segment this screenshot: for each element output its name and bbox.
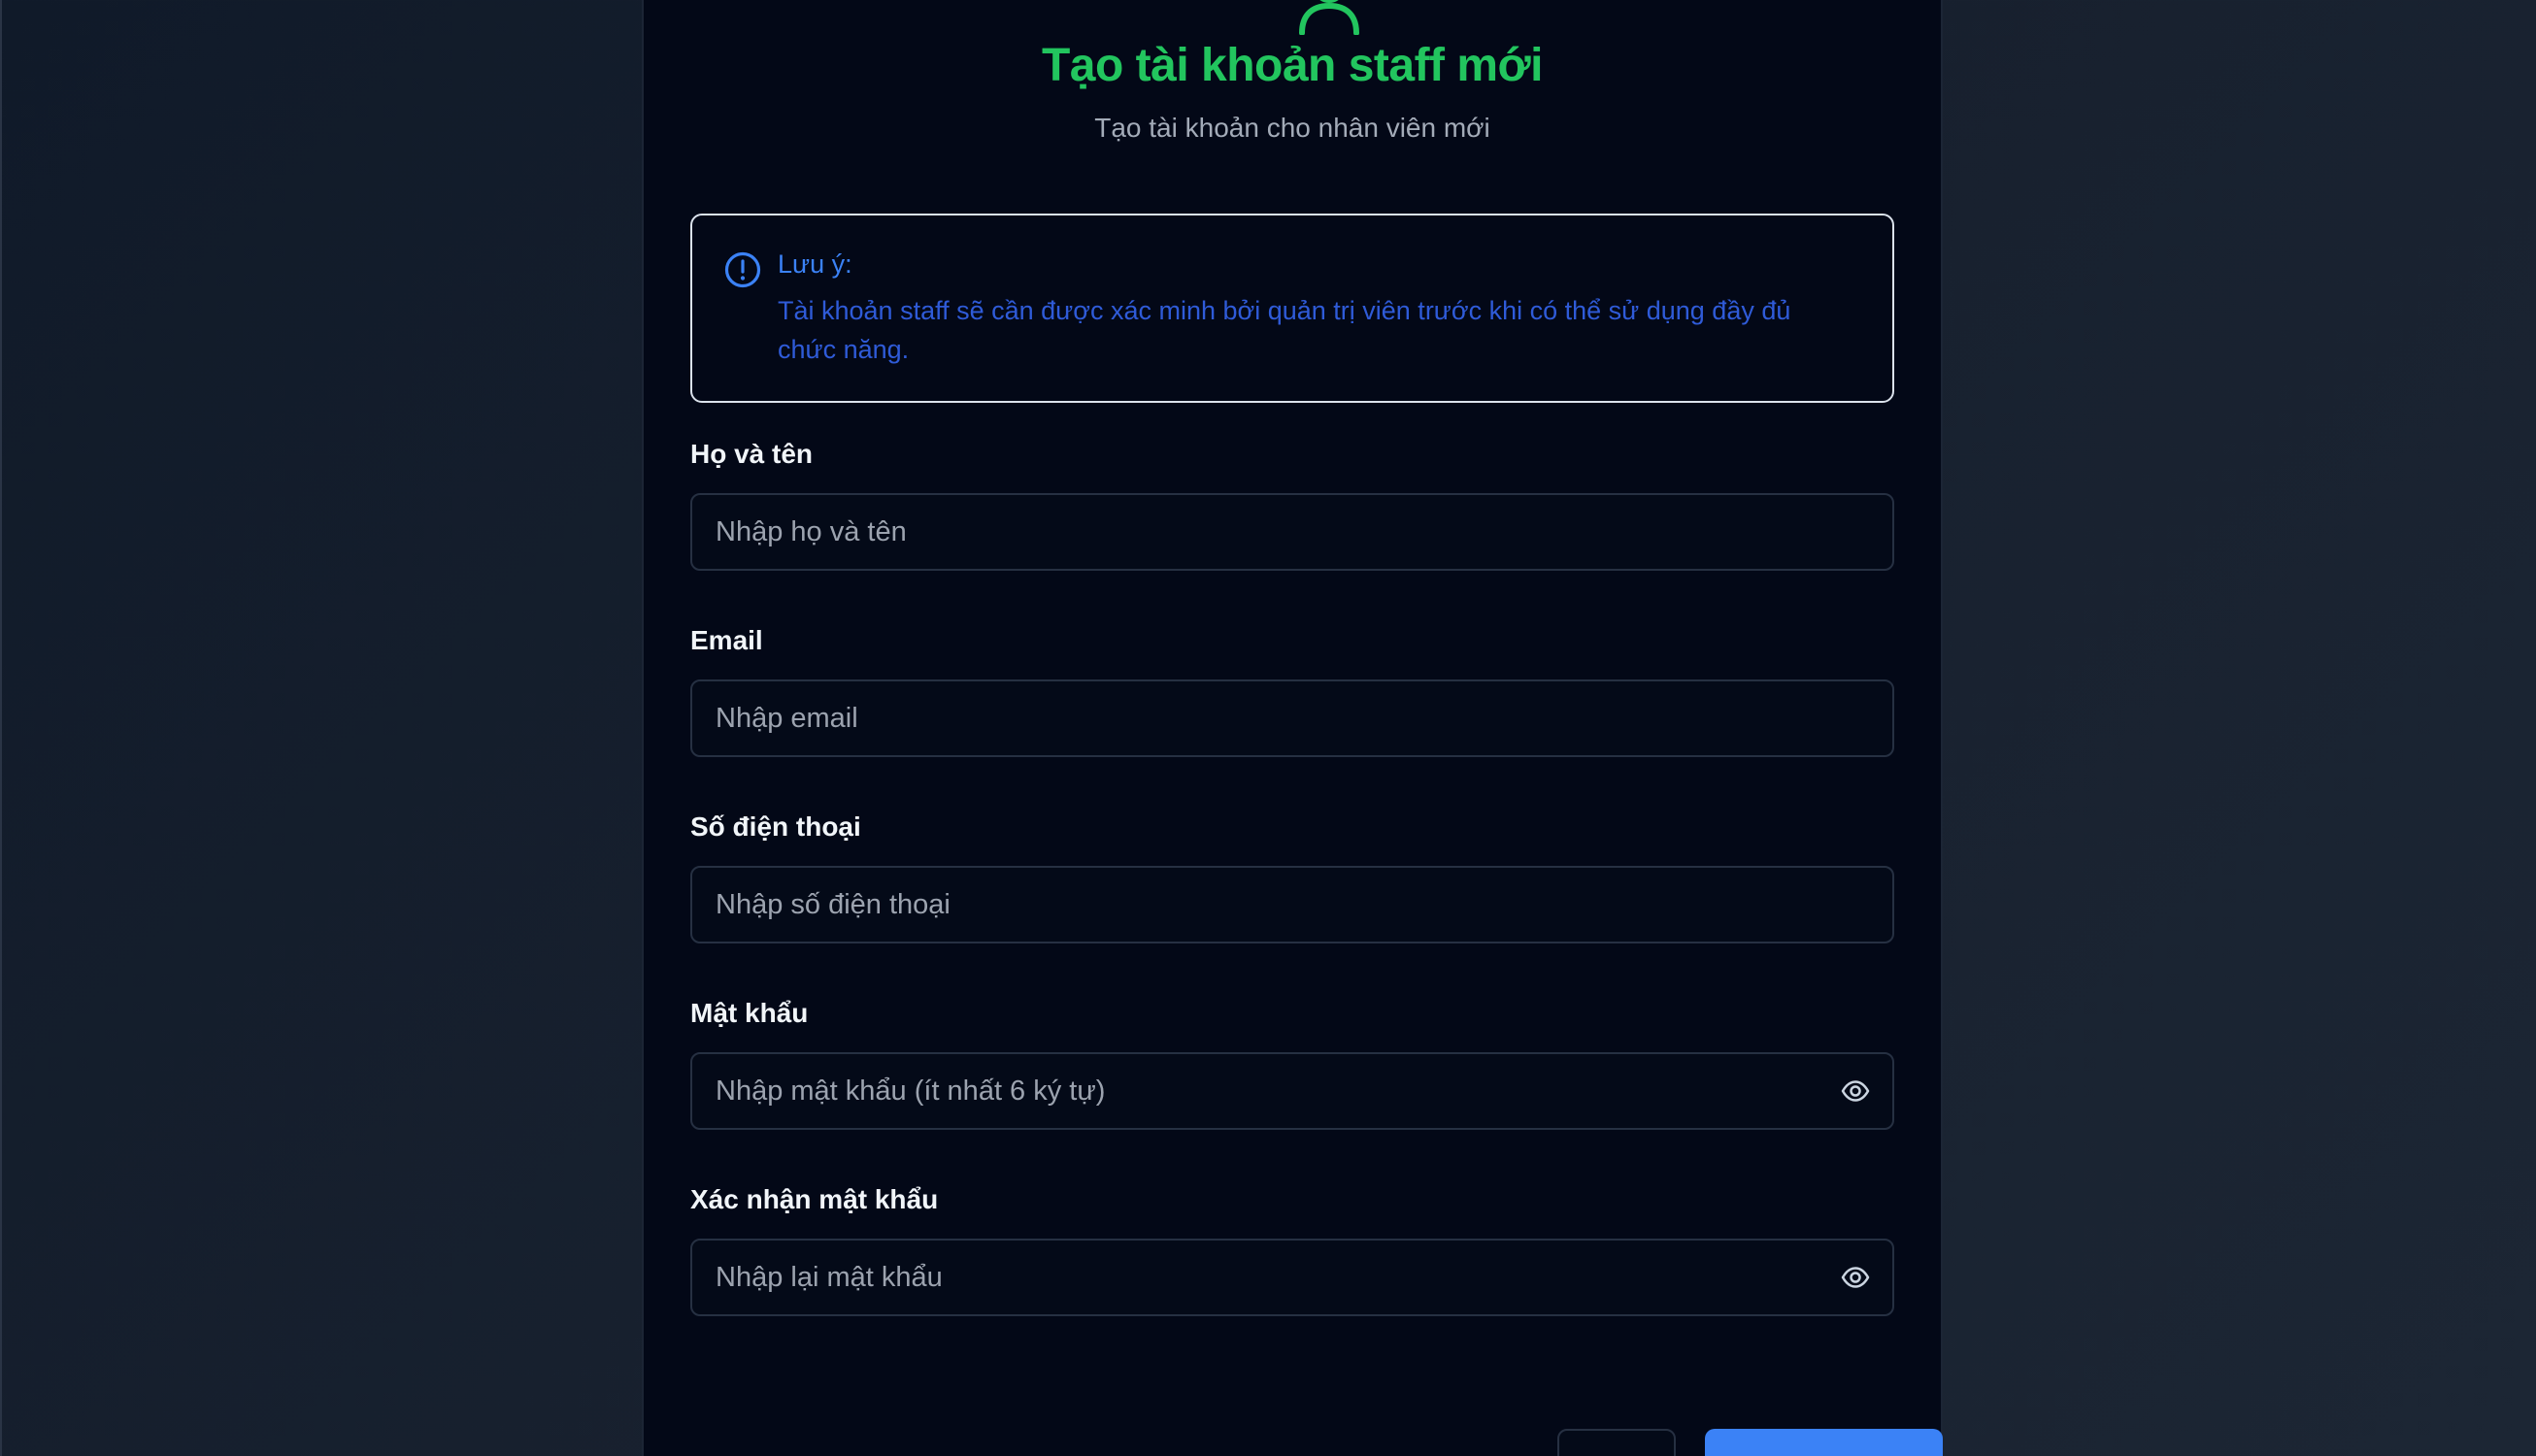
alert-circle-icon [724, 251, 761, 288]
full-name-label: Họ và tên [690, 439, 814, 469]
password-visibility-toggle[interactable] [1836, 1072, 1875, 1110]
notice-title: Lưu ý: [778, 249, 852, 279]
submit-button[interactable] [1705, 1429, 1943, 1456]
notice-box: Lưu ý: Tài khoản staff sẽ cần được xác m… [690, 214, 1894, 403]
phone-input[interactable] [690, 866, 1894, 943]
confirm-password-label: Xác nhận mật khẩu [690, 1184, 939, 1214]
eye-icon [1841, 1267, 1870, 1288]
phone-label: Số điện thoại [690, 811, 861, 842]
password-input[interactable] [690, 1052, 1894, 1130]
password-label: Mật khẩu [690, 998, 809, 1028]
confirm-password-visibility-toggle[interactable] [1836, 1258, 1875, 1297]
full-name-input[interactable] [690, 493, 1894, 571]
confirm-password-input[interactable] [690, 1239, 1894, 1316]
email-input[interactable] [690, 679, 1894, 757]
eye-icon [1841, 1080, 1870, 1102]
page-subtitle: Tạo tài khoản cho nhân viên mới [1094, 113, 1490, 143]
create-staff-modal: Tạo tài khoản staff mới Tạo tài khoản ch… [642, 0, 1943, 1456]
window-edge [0, 0, 2, 1456]
user-plus-icon [1299, 0, 1359, 35]
notice-text: Tài khoản staff sẽ cần được xác minh bởi… [778, 296, 1791, 364]
email-label: Email [690, 625, 763, 655]
page-title: Tạo tài khoản staff mới [1041, 40, 1544, 91]
cancel-button[interactable] [1557, 1429, 1676, 1456]
